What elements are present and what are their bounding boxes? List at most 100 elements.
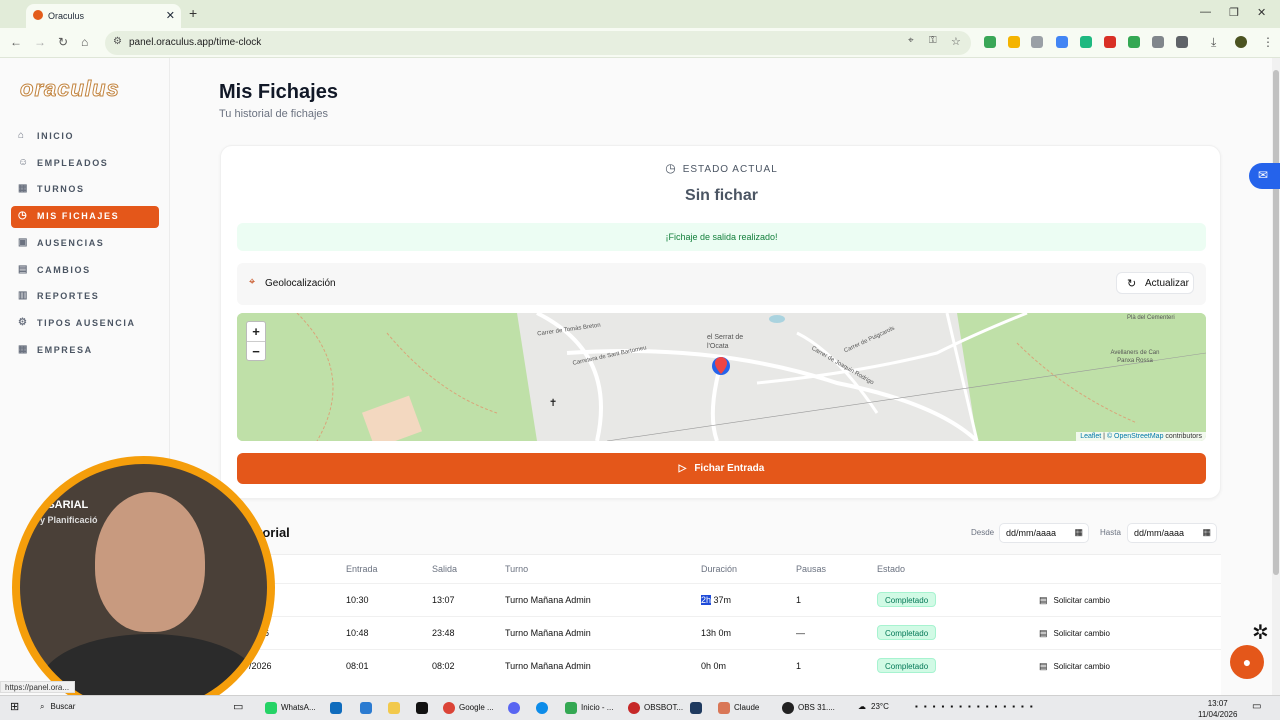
settings-widget-icon[interactable]: ✲ <box>1252 620 1269 645</box>
solicitar-cambio-button[interactable]: ▤ Solicitar cambio <box>1039 628 1110 639</box>
sidebar-item-tipos-ausencia[interactable]: ⚙ TIPOS AUSENCIA <box>11 313 159 335</box>
sidebar-item-reportes[interactable]: ▥ REPORTES <box>11 286 159 308</box>
edge-icon[interactable] <box>536 702 552 714</box>
calendar-x-icon: ▣ <box>18 237 30 248</box>
extension-icon[interactable] <box>1128 36 1140 48</box>
solicitar-cambio-button[interactable]: ▤ Solicitar cambio <box>1039 595 1110 606</box>
search-icon: ⌕ <box>40 702 45 711</box>
status-url: https://panel.ora... <box>0 681 75 693</box>
drive-icon[interactable] <box>1008 36 1020 48</box>
app-icon[interactable] <box>690 702 706 714</box>
page-title: Mis Fichajes <box>219 81 338 103</box>
taskbar-item-claude[interactable]: Claude <box>718 702 759 714</box>
sidebar-item-label: TIPOS AUSENCIA <box>37 318 136 328</box>
location-map[interactable]: ✝ el Serrat de l'Ocata Carrer de Tomàs B… <box>237 313 1206 441</box>
webcam-video: ESARIAL y Planificació <box>20 464 267 711</box>
column-header: Pausas <box>796 564 827 574</box>
taskbar: ⊞ ⌕ Buscar ▭ WhatsA... Google ... Inicio … <box>0 695 1280 720</box>
column-header: Entrada <box>346 564 378 574</box>
extension-icon[interactable] <box>1104 36 1116 48</box>
page-scrollbar[interactable] <box>1272 58 1280 698</box>
webcam-overlay: ESARIAL y Planificació <box>12 456 275 719</box>
taskbar-item-obs[interactable]: OBS 31.... <box>782 702 835 714</box>
key-icon[interactable]: ⚿ <box>929 35 937 46</box>
windows-start-icon[interactable]: ⊞ <box>10 700 19 713</box>
solicitar-cambio-button[interactable]: ▤ Solicitar cambio <box>1039 661 1110 672</box>
explorer-icon[interactable] <box>388 702 404 714</box>
notion-icon[interactable] <box>416 702 432 714</box>
sidebar-item-empleados[interactable]: ☺ EMPLEADOS <box>11 153 159 175</box>
taskbar-item-obsbot[interactable]: OBSBOT... <box>628 702 683 714</box>
vscode-icon[interactable] <box>360 702 376 714</box>
browser-tab[interactable]: Oraculus ✕ <box>26 4 181 28</box>
taskbar-item-chrome[interactable]: Google ... <box>443 702 494 714</box>
extension-icon[interactable] <box>1056 36 1068 48</box>
site-settings-icon[interactable]: ⚙ <box>113 36 122 47</box>
hasta-label: Hasta <box>1100 528 1121 537</box>
address-bar[interactable]: ⚙ panel.oraculus.app/time-clock <box>105 31 971 55</box>
scrollbar-thumb[interactable] <box>1273 70 1279 575</box>
logo: oraculus <box>20 76 120 102</box>
fichar-entrada-button[interactable]: ▷ Fichar Entrada <box>237 453 1206 484</box>
restore-icon[interactable]: ❐ <box>1229 6 1239 19</box>
zoom-out-button[interactable]: − <box>247 342 265 362</box>
osm-link[interactable]: © OpenStreetMap <box>1107 433 1164 440</box>
extension-icon[interactable] <box>984 36 996 48</box>
status-badge: Completado <box>877 658 937 673</box>
taskbar-search[interactable]: ⌕ Buscar <box>40 702 75 712</box>
window-close-icon[interactable]: ✕ <box>1257 6 1266 19</box>
map-pin-icon: ⌖ <box>249 276 256 288</box>
mail-widget-icon[interactable]: ✉ <box>1249 163 1280 189</box>
notifications-icon[interactable]: ▭ <box>1252 701 1261 712</box>
sidebar-item-empresa[interactable]: ▦ EMPRESA <box>11 340 159 362</box>
taskbar-item-inicio[interactable]: Inicio - ... <box>565 702 613 714</box>
outlook-icon[interactable] <box>330 702 346 714</box>
taskbar-clock[interactable]: 13:07 11/04/2026 <box>1198 698 1237 720</box>
calendar-icon: ▦ <box>1202 527 1211 537</box>
sidebar-item-label: CAMBIOS <box>37 265 91 275</box>
discord-icon[interactable] <box>508 702 524 714</box>
reload-icon[interactable]: ↻ <box>58 35 68 49</box>
sidebar-item-turnos[interactable]: ▦ TURNOS <box>11 179 159 201</box>
sidebar-item-mis-fichajes[interactable]: ◷ MIS FICHAJES <box>11 206 159 228</box>
table-row: /2026 08:01 08:02 Turno Mañana Admin 0h … <box>219 649 1221 682</box>
task-view-icon[interactable]: ▭ <box>233 700 243 713</box>
leaflet-link[interactable]: Leaflet <box>1080 433 1101 440</box>
extension-icon[interactable] <box>1080 36 1092 48</box>
status-badge: Completado <box>877 625 937 640</box>
chat-bubble-icon[interactable]: ● <box>1230 645 1264 679</box>
desde-date-input[interactable]: dd/mm/aaaa ▦ <box>999 523 1089 543</box>
sidebar-item-label: INICIO <box>37 131 75 141</box>
star-icon[interactable]: ☆ <box>951 35 961 48</box>
geolocation-bar: ⌖ Geolocalización ↻ Actualizar <box>237 263 1206 305</box>
forward-icon[interactable]: → <box>34 35 46 49</box>
zoom-in-button[interactable]: + <box>247 322 265 342</box>
home-browser-icon[interactable]: ⌂ <box>81 35 88 49</box>
column-header: Salida <box>432 564 458 574</box>
presenter-head <box>95 492 205 632</box>
new-tab-icon[interactable]: + <box>189 5 197 21</box>
avatar[interactable] <box>1235 36 1247 48</box>
table-row: 10:30 13:07 Turno Mañana Admin 2h 37m 1 … <box>219 583 1221 616</box>
location-icon[interactable]: ⌖ <box>908 35 914 46</box>
back-icon[interactable]: ← <box>10 35 22 49</box>
weather-widget[interactable]: ☁ 23°C <box>858 702 889 711</box>
extension-icon[interactable] <box>1152 36 1164 48</box>
system-tray-icons[interactable]: ▪▪▪▪▪▪▪▪▪▪▪▪▪▪ <box>915 702 1039 711</box>
refresh-location-button[interactable]: ↻ Actualizar <box>1116 272 1194 294</box>
close-tab-icon[interactable]: ✕ <box>166 9 175 22</box>
hasta-date-input[interactable]: dd/mm/aaaa ▦ <box>1127 523 1217 543</box>
taskbar-item-whatsapp[interactable]: WhatsA... <box>265 702 316 714</box>
play-icon: ▷ <box>678 463 687 474</box>
minimize-icon[interactable]: — <box>1200 6 1211 18</box>
extensions-puzzle-icon[interactable] <box>1176 36 1188 48</box>
sidebar-item-inicio[interactable]: ⌂ INICIO <box>11 126 159 148</box>
sidebar-item-cambios[interactable]: ▤ CAMBIOS <box>11 260 159 282</box>
menu-kebab-icon[interactable]: ⋮ <box>1262 35 1274 49</box>
desde-label: Desde <box>971 528 995 537</box>
sidebar-item-ausencias[interactable]: ▣ AUSENCIAS <box>11 233 159 255</box>
fichar-label: Fichar Entrada <box>694 463 765 474</box>
download-icon[interactable]: ⤓ <box>1211 35 1216 50</box>
extension-icon[interactable] <box>1031 36 1043 48</box>
building-icon: ▦ <box>18 344 30 355</box>
